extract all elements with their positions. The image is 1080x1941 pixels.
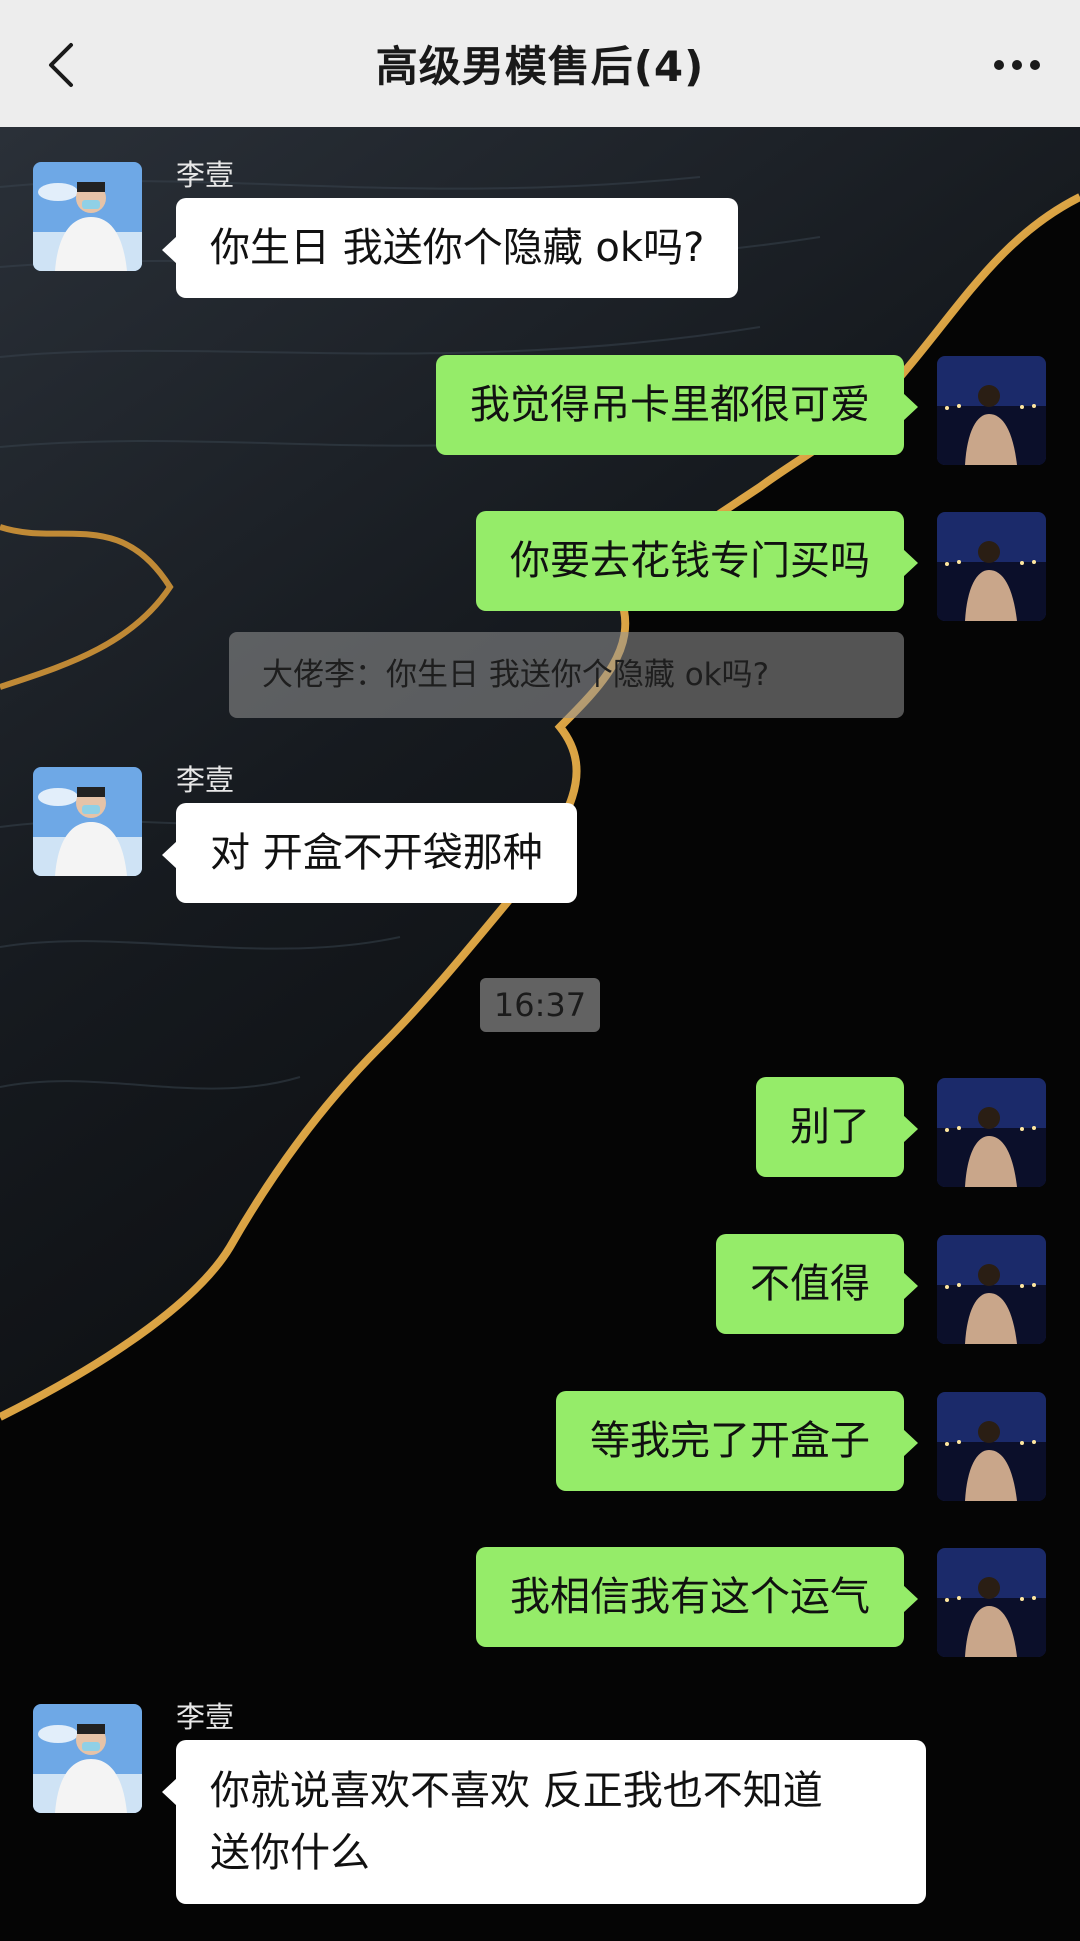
message-list: 李壹 你生日 我送你个隐藏 ok吗? 我觉得吊卡里都很可爱 你要去花钱专门买吗 … — [0, 0, 1080, 1941]
more-button[interactable] — [982, 35, 1052, 95]
message-bubble[interactable]: 你就说喜欢不喜欢 反正我也不知道 送你什么 — [162, 1740, 926, 1904]
chat-header: 高级男模售后(4) — [0, 0, 1080, 127]
sender-name: 李壹 — [176, 158, 235, 192]
message-bubble[interactable]: 对 开盒不开袋那种 — [162, 803, 577, 903]
avatar-image — [937, 356, 1046, 465]
avatar[interactable] — [33, 1704, 142, 1813]
avatar[interactable] — [33, 162, 142, 271]
message-bubble[interactable]: 不值得 — [716, 1234, 918, 1334]
sender-name: 李壹 — [176, 1700, 235, 1734]
avatar-image — [33, 767, 142, 876]
message-bubble[interactable]: 我相信我有这个运气 — [476, 1547, 918, 1647]
avatar[interactable] — [937, 1392, 1046, 1501]
avatar-image — [937, 1235, 1046, 1344]
avatar-image — [937, 1548, 1046, 1657]
message-bubble[interactable]: 你生日 我送你个隐藏 ok吗? — [161, 198, 739, 298]
avatar-image — [33, 162, 142, 271]
message-bubble[interactable]: 我觉得吊卡里都很可爱 — [436, 355, 918, 455]
avatar-image — [937, 512, 1046, 621]
avatar[interactable] — [937, 1548, 1046, 1657]
message-bubble[interactable]: 别了 — [756, 1077, 918, 1177]
message-bubble[interactable]: 等我完了开盒子 — [556, 1391, 918, 1491]
avatar-image — [33, 1704, 142, 1813]
avatar[interactable] — [33, 767, 142, 876]
ellipsis-icon — [994, 60, 1040, 70]
message-line: 你就说喜欢不喜欢 反正我也不知道 — [210, 1768, 823, 1814]
avatar[interactable] — [937, 512, 1046, 621]
timestamp: 16:37 — [480, 978, 600, 1032]
avatar[interactable] — [937, 356, 1046, 465]
sender-name: 李壹 — [176, 763, 235, 797]
message-line: 送你什么 — [210, 1830, 370, 1876]
avatar-image — [937, 1392, 1046, 1501]
chat-title: 高级男模售后(4) — [375, 42, 705, 91]
avatar-image — [937, 1078, 1046, 1187]
avatar[interactable] — [937, 1235, 1046, 1344]
avatar[interactable] — [937, 1078, 1046, 1187]
message-bubble[interactable]: 你要去花钱专门买吗 — [476, 511, 918, 611]
quoted-message[interactable]: 大佬李：你生日 我送你个隐藏 ok吗? — [229, 632, 904, 718]
